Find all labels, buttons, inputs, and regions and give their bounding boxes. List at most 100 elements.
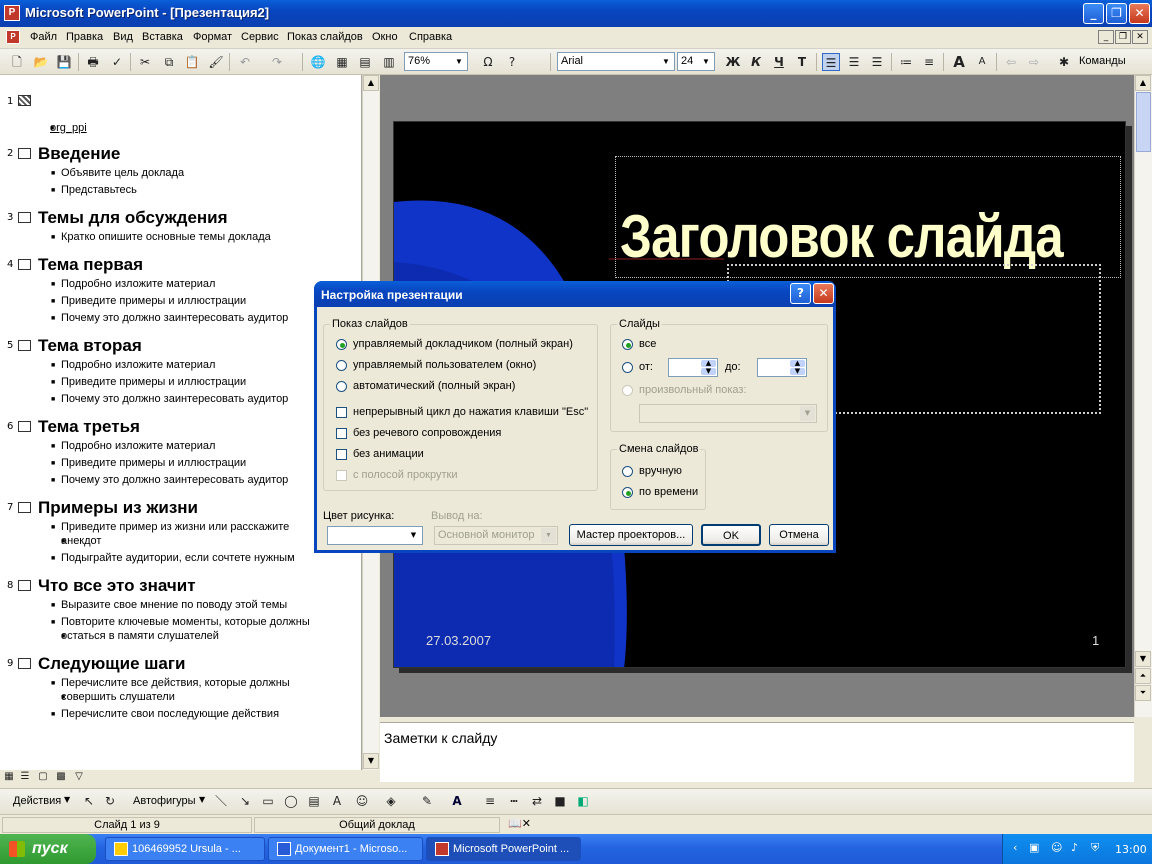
spin-up-icon[interactable]: ▲	[701, 360, 716, 367]
outline-bullet[interactable]: Подробно изложите материал	[51, 440, 215, 452]
copy-icon[interactable]: ⧉	[160, 53, 178, 71]
demote-icon[interactable]: ⇨	[1025, 53, 1043, 71]
design-icon[interactable]: ✱	[1055, 53, 1073, 71]
taskbar-item[interactable]: 106469952 Ursula - ...	[105, 837, 265, 861]
scroll-up-icon[interactable]: ▲	[1135, 75, 1151, 91]
chevron-down-icon[interactable]: ▼	[800, 406, 815, 421]
restore-button[interactable]: ❐	[1106, 3, 1127, 24]
insert-chart-icon[interactable]: ▥	[380, 53, 398, 71]
notes-pane[interactable]: Заметки к слайду	[380, 722, 1134, 782]
clipart-icon[interactable]: ☺	[353, 792, 371, 810]
close-button[interactable]: ✕	[1129, 3, 1150, 24]
doc-close-button[interactable]: ✕	[1132, 30, 1148, 44]
open-icon[interactable]: 📂	[32, 53, 50, 71]
outline-slide-title[interactable]: Введение	[38, 144, 120, 164]
outline-bullet[interactable]: Повторите ключевые моменты, которые долж…	[51, 616, 310, 628]
pen-color-select[interactable]: ▼	[327, 526, 423, 545]
slide-scrollbar[interactable]: ▲ ▼ ⏶ ⏷	[1134, 75, 1152, 717]
help-icon[interactable]: ?	[503, 53, 521, 71]
symbol-icon[interactable]: Ω	[479, 53, 497, 71]
undo-icon[interactable]: ↶	[236, 53, 254, 71]
chevron-down-icon[interactable]: ▼	[699, 54, 713, 69]
outline-bullet[interactable]: Подробно изложите материал	[51, 359, 215, 371]
slide-sorter-icon[interactable]: ▩	[54, 770, 68, 784]
slide-title[interactable]: Заголовок слайда	[620, 202, 1064, 271]
outline-slide-title[interactable]: Следующие шаги	[38, 654, 185, 674]
radio-custom-show[interactable]: произвольный показ:	[622, 384, 747, 396]
help-button[interactable]: ?	[790, 283, 811, 304]
commands-button[interactable]: Команды	[1079, 55, 1126, 67]
hyperlink-icon[interactable]: 🌐	[309, 53, 327, 71]
menu-insert[interactable]: Вставка	[142, 31, 183, 43]
to-spinner[interactable]: ▲ ▼	[757, 358, 807, 377]
menu-edit[interactable]: Правка	[66, 31, 103, 43]
increase-font-icon[interactable]: A	[950, 53, 968, 71]
network-icon[interactable]: ▣	[1029, 841, 1039, 854]
3d-style-icon[interactable]: ◧	[574, 792, 592, 810]
document-icon[interactable]: P	[6, 30, 20, 44]
menu-file[interactable]: Файл	[30, 31, 57, 43]
slide-icon[interactable]	[18, 212, 31, 223]
spin-up-icon[interactable]: ▲	[790, 360, 805, 367]
ok-button[interactable]: OK	[701, 524, 761, 546]
radio-user[interactable]: управляемый пользователем (окно)	[336, 359, 536, 371]
outline-bullet[interactable]: Почему это должно заинтересовать аудитор	[51, 312, 288, 324]
outline-bullet[interactable]: Приведите пример из жизни или расскажите	[51, 521, 289, 533]
volume-icon[interactable]: ♪	[1071, 841, 1078, 854]
cut-icon[interactable]: ✂	[136, 53, 154, 71]
menu-slideshow[interactable]: Показ слайдов	[287, 31, 363, 43]
slide-icon[interactable]	[18, 340, 31, 351]
scroll-down-icon[interactable]: ▼	[1135, 651, 1151, 667]
scroll-down-icon[interactable]: ▼	[363, 753, 379, 769]
menu-help[interactable]: Справка	[409, 31, 452, 43]
arrow-icon[interactable]: ↘	[236, 792, 254, 810]
outline-bullet[interactable]: Приведите примеры и иллюстрации	[51, 295, 246, 307]
outline-slide-title[interactable]: Примеры из жизни	[38, 498, 198, 518]
outline-slide-title[interactable]: Тема третья	[38, 417, 140, 437]
new-icon[interactable]: 🗋	[8, 53, 26, 71]
textbox-icon[interactable]: ▤	[305, 792, 323, 810]
numbering-icon[interactable]: ≔	[897, 53, 915, 71]
decrease-font-icon[interactable]: A	[973, 53, 991, 71]
italic-icon[interactable]: К	[747, 53, 765, 71]
powerpoint-app-icon[interactable]: P	[4, 5, 20, 21]
minimize-button[interactable]: _	[1083, 3, 1104, 24]
checkbox-no-narration[interactable]: без речевого сопровождения	[336, 427, 501, 439]
promote-icon[interactable]: ⇦	[1002, 53, 1020, 71]
menu-tools[interactable]: Сервис	[241, 31, 279, 43]
next-slide-icon[interactable]: ⏷	[1135, 685, 1151, 701]
outline-bullet[interactable]: Перечислите все действия, которые должны	[51, 677, 290, 689]
radio-all-slides[interactable]: все	[622, 338, 656, 350]
insert-table-icon[interactable]: ▤	[356, 53, 374, 71]
oval-icon[interactable]: ◯	[282, 792, 300, 810]
zoom-combo[interactable]: 76% ▼	[404, 52, 468, 71]
taskbar-item[interactable]: Документ1 - Microso...	[268, 837, 423, 861]
outline-bullet[interactable]: Подыграйте аудитории, если сочтете нужны…	[51, 552, 295, 564]
font-color-icon[interactable]: A	[448, 792, 466, 810]
scroll-thumb[interactable]	[1136, 92, 1151, 152]
wordart-icon[interactable]: A	[328, 792, 346, 810]
radio-timed[interactable]: по времени	[622, 486, 698, 498]
radio-auto[interactable]: автоматический (полный экран)	[336, 380, 515, 392]
line-style-icon[interactable]: ≡	[481, 792, 499, 810]
slide-view-icon[interactable]: ▢	[36, 770, 50, 784]
setup-show-dialog[interactable]: Настройка презентации ? ✕ Показ слайдов …	[314, 281, 836, 553]
outline-bullet[interactable]: Почему это должно заинтересовать аудитор	[51, 474, 288, 486]
radio-speaker[interactable]: управляемый докладчиком (полный экран)	[336, 338, 573, 350]
title-bar[interactable]: P Microsoft PowerPoint - [Презентация2] …	[0, 0, 1152, 27]
bullets-icon[interactable]: ≡	[920, 53, 938, 71]
scroll-up-icon[interactable]: ▲	[363, 75, 379, 91]
slide-icon[interactable]	[18, 580, 31, 591]
doc-restore-button[interactable]: ❐	[1115, 30, 1131, 44]
outline-slide-title[interactable]: Что все это значит	[38, 576, 196, 596]
outline-slide-title[interactable]: Тема вторая	[38, 336, 142, 356]
actions-menu[interactable]: Действия	[13, 795, 61, 807]
shadow-style-icon[interactable]: ■	[551, 792, 569, 810]
messenger-icon[interactable]: ☺	[1051, 841, 1062, 854]
doc-minimize-button[interactable]: _	[1098, 30, 1114, 44]
chevron-down-icon[interactable]: ▼	[659, 54, 673, 69]
rectangle-icon[interactable]: ▭	[259, 792, 277, 810]
dialog-close-button[interactable]: ✕	[813, 283, 834, 304]
slideshow-icon[interactable]: ▽	[72, 770, 86, 784]
outline-slide-title[interactable]: Темы для обсуждения	[38, 208, 228, 228]
